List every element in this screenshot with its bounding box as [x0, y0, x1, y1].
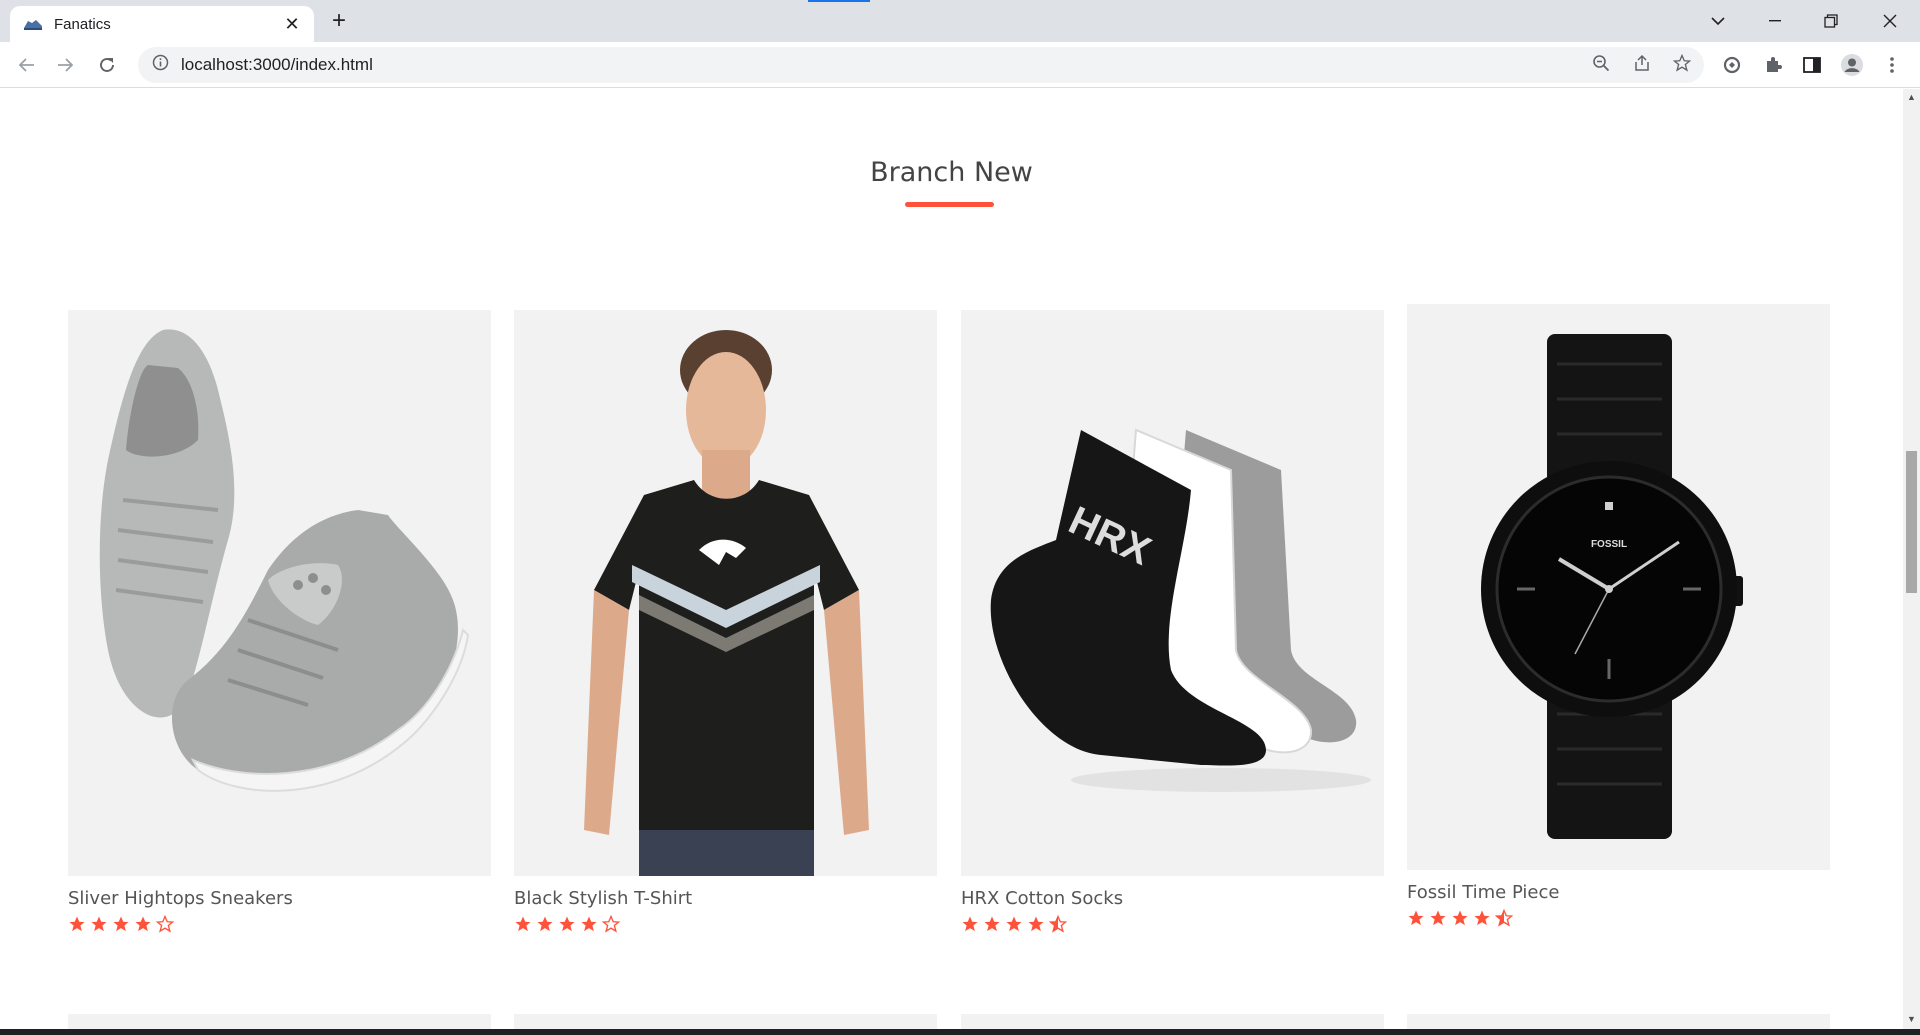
url-text: localhost:3000/index.html	[181, 55, 373, 74]
browser-toolbar: localhost:3000/index.html	[0, 42, 1920, 88]
section-title: Branch New	[870, 157, 1033, 188]
page-viewport: Branch New Sliver Hightops Sneakers Blac…	[0, 89, 1903, 1029]
star-filled-icon	[1474, 910, 1490, 926]
scroll-down-arrow-icon[interactable]: ▼	[1907, 1015, 1916, 1024]
star-filled-icon	[581, 916, 597, 932]
browser-tab-strip: Fanatics ✕ +	[0, 0, 1920, 42]
menu-kebab-icon[interactable]	[1880, 53, 1904, 77]
star-filled-icon	[559, 916, 575, 932]
product-name[interactable]: Sliver Hightops Sneakers	[68, 888, 491, 909]
next-row-card[interactable]	[961, 1014, 1384, 1029]
next-row-card[interactable]	[1407, 1014, 1830, 1029]
tab-loading-indicator	[808, 0, 870, 2]
tab-title: Fanatics	[54, 15, 111, 33]
side-panel-icon[interactable]	[1800, 53, 1824, 77]
star-half-icon	[1049, 915, 1067, 933]
product-card[interactable]: Sliver Hightops Sneakers	[68, 310, 491, 933]
product-card[interactable]: FOSSIL Fossil Time Piece	[1407, 304, 1830, 927]
star-filled-icon	[91, 916, 107, 932]
share-icon[interactable]	[1630, 51, 1654, 75]
new-tab-plus-icon[interactable]: +	[325, 8, 353, 36]
bookmark-star-icon[interactable]	[1670, 51, 1694, 75]
watch-brand-text: FOSSIL	[1591, 539, 1627, 550]
back-arrow-icon[interactable]	[12, 51, 40, 79]
star-filled-icon	[1430, 910, 1446, 926]
product-card[interactable]: HRX HRX Cotton Socks	[961, 310, 1384, 933]
extensions-puzzle-icon[interactable]	[1761, 53, 1785, 77]
star-filled-icon	[1452, 910, 1468, 926]
vertical-scrollbar[interactable]: ▲ ▼	[1903, 89, 1920, 1029]
socks-image[interactable]: HRX	[961, 310, 1384, 876]
product-name[interactable]: Fossil Time Piece	[1407, 882, 1830, 903]
forward-arrow-icon[interactable]	[52, 51, 80, 79]
star-empty-icon	[156, 915, 174, 933]
sync-extension-icon[interactable]	[1720, 53, 1744, 77]
next-row-card[interactable]	[514, 1014, 937, 1029]
star-filled-icon	[69, 916, 85, 932]
browser-tab[interactable]: Fanatics ✕	[10, 6, 314, 42]
star-filled-icon	[135, 916, 151, 932]
watch-image[interactable]: FOSSIL	[1407, 304, 1830, 870]
zoom-icon[interactable]	[1589, 51, 1613, 75]
star-half-icon	[1495, 909, 1513, 927]
tab-close-icon[interactable]: ✕	[282, 14, 302, 35]
next-row-card[interactable]	[68, 1014, 491, 1029]
product-name[interactable]: Black Stylish T-Shirt	[514, 888, 937, 909]
star-filled-icon	[984, 916, 1000, 932]
star-filled-icon	[537, 916, 553, 932]
tshirt-image[interactable]	[514, 310, 937, 876]
minimize-icon[interactable]	[1747, 0, 1803, 42]
star-empty-icon	[602, 915, 620, 933]
scroll-thumb[interactable]	[1906, 451, 1917, 593]
product-rating	[68, 915, 491, 933]
address-bar[interactable]: localhost:3000/index.html	[138, 47, 1704, 83]
product-rating	[1407, 909, 1830, 927]
sneakers-image[interactable]	[68, 310, 491, 876]
star-filled-icon	[962, 916, 978, 932]
star-filled-icon	[1006, 916, 1022, 932]
product-rating	[961, 915, 1384, 933]
star-filled-icon	[515, 916, 531, 932]
restore-icon[interactable]	[1803, 0, 1859, 42]
product-name[interactable]: HRX Cotton Socks	[961, 888, 1384, 909]
shoe-favicon-icon	[22, 16, 44, 32]
tab-search-chevron-icon[interactable]	[1690, 0, 1746, 42]
taskbar-edge	[0, 1029, 1920, 1035]
product-rating	[514, 915, 937, 933]
reload-icon[interactable]	[93, 51, 121, 79]
close-window-icon[interactable]	[1862, 0, 1918, 42]
title-underline	[905, 202, 994, 207]
product-card[interactable]: Black Stylish T-Shirt	[514, 310, 937, 933]
star-filled-icon	[1028, 916, 1044, 932]
star-filled-icon	[1408, 910, 1424, 926]
profile-avatar-icon[interactable]	[1840, 53, 1864, 77]
site-info-icon[interactable]	[152, 54, 169, 76]
star-filled-icon	[113, 916, 129, 932]
scroll-up-arrow-icon[interactable]: ▲	[1907, 93, 1916, 102]
